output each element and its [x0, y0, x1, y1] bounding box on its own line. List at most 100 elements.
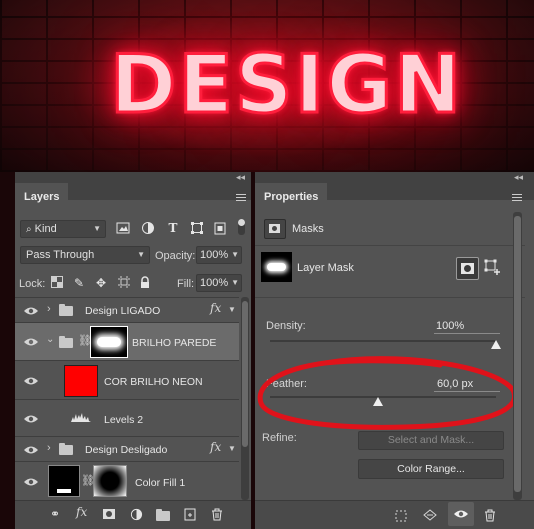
layer-row-color-fill-1[interactable]: ⛓ Color Fill 1: [15, 461, 239, 501]
filter-pixel-icon[interactable]: [116, 221, 130, 235]
properties-scrollbar-thumb[interactable]: [514, 216, 521, 492]
layer-effects-icon[interactable]: fx: [210, 301, 221, 315]
filter-type-icon[interactable]: T: [166, 221, 180, 235]
layer-name[interactable]: BRILHO PAREDE: [132, 337, 216, 349]
lock-image-pixels-icon[interactable]: ✎: [72, 276, 86, 290]
toggle-mask-visibility-button[interactable]: [448, 502, 474, 526]
layer-row-cor-brilho-neon[interactable]: COR BRILHO NEON: [15, 360, 239, 400]
color-swatch-thumbnail[interactable]: [64, 365, 98, 397]
layer-row-design-desligado[interactable]: › Design Desligado fx ▼: [15, 436, 239, 462]
fill-label: Fill:: [177, 278, 195, 290]
color-range-button[interactable]: Color Range...: [358, 459, 504, 479]
visibility-eye-icon[interactable]: [23, 306, 39, 316]
layer-name[interactable]: COR BRILHO NEON: [104, 376, 203, 388]
lock-position-icon[interactable]: ✥: [94, 276, 108, 290]
layer-name[interactable]: Design Desligado: [85, 444, 167, 456]
visibility-eye-icon[interactable]: [23, 414, 39, 424]
panel-menu-icon[interactable]: [512, 192, 522, 203]
layers-scrollbar-thumb[interactable]: [242, 301, 248, 447]
visibility-eye-icon[interactable]: [23, 337, 39, 347]
add-layer-style-icon[interactable]: fx: [76, 505, 87, 519]
layer-effects-icon[interactable]: fx: [210, 440, 221, 454]
layers-scrollbar[interactable]: [241, 297, 249, 500]
select-layer-mask-button[interactable]: [456, 257, 479, 280]
search-icon: ⌕: [26, 224, 32, 235]
new-group-icon[interactable]: [156, 509, 170, 521]
layer-row-levels-2[interactable]: Levels 2: [15, 399, 239, 437]
blend-mode-select[interactable]: Pass Through ▼: [20, 246, 150, 264]
chevron-right-icon[interactable]: ›: [47, 303, 51, 315]
levels-histogram-icon: [71, 413, 91, 422]
new-adjustment-layer-icon[interactable]: [130, 508, 143, 521]
visibility-eye-icon: [454, 510, 468, 518]
layer-name[interactable]: Levels 2: [104, 414, 143, 426]
blend-mode-value: Pass Through: [26, 249, 95, 261]
properties-divider: [255, 297, 525, 298]
fill-field[interactable]: 100% ▼: [196, 274, 242, 292]
layer-row-brilho-parede[interactable]: ⌄ ⛓ BRILHO PAREDE: [15, 322, 239, 361]
annotation-circle: [257, 356, 517, 430]
mask-preview-thumbnail: [261, 252, 292, 282]
layer-row-design-ligado[interactable]: › Design LIGADO fx ▼: [15, 297, 239, 323]
density-slider-track[interactable]: [270, 340, 496, 342]
lock-artboard-icon[interactable]: [117, 276, 131, 290]
fill-value: 100%: [200, 277, 229, 289]
filter-kind-select[interactable]: ⌕ Kind ▼: [20, 220, 106, 238]
lock-all-icon[interactable]: [138, 276, 152, 290]
visibility-eye-icon[interactable]: [23, 445, 39, 455]
filter-toggle-switch[interactable]: [238, 219, 245, 235]
lock-label: Lock:: [19, 278, 46, 290]
visibility-eye-icon[interactable]: [23, 376, 39, 386]
chevron-down-icon[interactable]: ▼: [231, 275, 239, 291]
folder-icon: [59, 336, 73, 348]
layer-name[interactable]: Design LIGADO: [85, 305, 160, 317]
link-layers-icon[interactable]: ⚭: [48, 507, 62, 521]
filter-shape-icon[interactable]: [190, 221, 204, 235]
chevron-down-icon[interactable]: ⌄: [46, 334, 54, 345]
chevron-down-icon: ▼: [93, 224, 101, 233]
layer-mask-thumbnail[interactable]: [90, 326, 128, 358]
panel-menu-icon[interactable]: [236, 192, 246, 203]
delete-mask-icon[interactable]: [484, 509, 496, 522]
filter-adjustment-icon[interactable]: [141, 221, 155, 235]
trash-icon[interactable]: [211, 508, 223, 521]
apply-mask-icon[interactable]: [423, 509, 437, 522]
collapse-panel-icon[interactable]: ◂◂: [514, 172, 523, 183]
filter-smart-object-icon[interactable]: [213, 221, 227, 235]
chevron-down-icon[interactable]: ▼: [231, 247, 239, 263]
masks-icon: [264, 219, 286, 239]
visibility-eye-icon[interactable]: [23, 477, 39, 487]
mask-type-label: Layer Mask: [297, 262, 354, 274]
properties-scrollbar[interactable]: [513, 212, 522, 500]
filter-kind-label: Kind: [34, 223, 57, 235]
density-value[interactable]: 100%: [436, 320, 464, 332]
opacity-value: 100%: [200, 249, 229, 261]
masks-section-label: Masks: [292, 223, 324, 235]
density-label: Density:: [266, 320, 306, 332]
fill-thumbnail[interactable]: [48, 465, 80, 497]
opacity-label: Opacity:: [155, 250, 196, 262]
chevron-right-icon[interactable]: ›: [47, 442, 51, 454]
new-layer-icon[interactable]: [184, 508, 196, 521]
properties-divider: [255, 245, 525, 246]
neon-design-text: DESIGN: [109, 38, 464, 131]
select-and-mask-button[interactable]: Select and Mask...: [358, 431, 504, 450]
collapse-panel-icon[interactable]: ◂◂: [236, 172, 245, 183]
chevron-down-icon[interactable]: ▼: [228, 305, 236, 314]
add-vector-mask-icon[interactable]: [484, 259, 500, 275]
opacity-field[interactable]: 100% ▼: [196, 246, 242, 264]
density-slider-thumb[interactable]: [491, 340, 501, 349]
folder-icon: [59, 304, 73, 316]
folder-icon: [59, 443, 73, 455]
tab-properties[interactable]: Properties: [255, 183, 328, 211]
load-selection-from-mask-icon[interactable]: [395, 510, 407, 522]
refine-label: Refine:: [262, 432, 297, 444]
layer-name[interactable]: Color Fill 1: [135, 477, 185, 489]
density-value-underline: [434, 333, 500, 334]
lock-transparent-pixels-icon[interactable]: [50, 276, 64, 290]
add-mask-icon[interactable]: [103, 509, 115, 519]
layer-mask-thumbnail[interactable]: [93, 465, 127, 497]
tab-layers[interactable]: Layers: [15, 183, 69, 211]
chevron-down-icon[interactable]: ▼: [228, 444, 236, 453]
chevron-down-icon: ▼: [137, 250, 145, 259]
